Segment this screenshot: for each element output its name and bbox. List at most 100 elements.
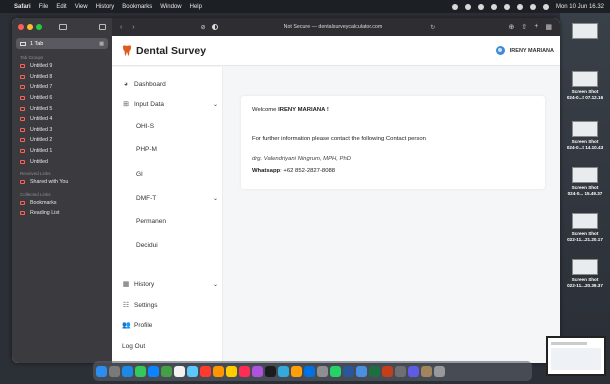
nav-decidui[interactable]: Decidui — [136, 239, 218, 251]
battery-icon[interactable] — [490, 3, 497, 10]
music-icon[interactable] — [239, 365, 250, 377]
menu-safari[interactable]: Safari — [14, 4, 31, 10]
siri-icon[interactable] — [542, 3, 549, 10]
close-window-icon[interactable] — [18, 24, 24, 30]
sidebar-toggle-icon[interactable] — [59, 24, 67, 30]
pages-icon[interactable] — [291, 365, 302, 377]
tab-group-item[interactable]: Untitled 9 — [12, 61, 112, 72]
photos-icon[interactable] — [174, 365, 185, 377]
finder-icon[interactable] — [96, 365, 107, 377]
tab-group-label: Untitled — [30, 158, 48, 165]
tab-group-item[interactable]: Untitled 3 — [12, 125, 112, 136]
nav-input-data[interactable]: ⊞ Input Data ⌄ — [122, 98, 218, 110]
desktop-screenshot[interactable]: Screen Shot 024-0...t 14.10.43 — [564, 121, 606, 150]
nav-logout[interactable]: Log Out — [122, 340, 218, 352]
privacy-shield-icon[interactable]: ⊘ — [201, 24, 206, 31]
tab-overview-icon[interactable] — [99, 24, 106, 30]
tab-group-item[interactable]: Untitled 7 — [12, 82, 112, 93]
nav-ohi-s[interactable]: OHI-S — [136, 120, 218, 132]
nav-permanen[interactable]: Permanen — [136, 215, 218, 227]
nav-history[interactable]: ▦ History ⌄ — [122, 278, 218, 290]
notes-icon[interactable] — [226, 365, 237, 377]
powerpoint-icon[interactable] — [382, 365, 393, 377]
tab-group-item[interactable]: Untitled 5 — [12, 103, 112, 114]
nav-gi[interactable]: GI — [136, 168, 218, 180]
menu-file[interactable]: File — [39, 4, 49, 10]
menu-clock[interactable]: Mon 10 Jun 16.32 — [556, 4, 604, 10]
preview-icon[interactable] — [395, 365, 406, 377]
control-center-icon[interactable] — [529, 3, 536, 10]
status-icon[interactable] — [464, 3, 471, 10]
menu-window[interactable]: Window — [160, 4, 181, 10]
system-settings-icon[interactable] — [317, 365, 328, 377]
address-bar[interactable]: Not Secure — dentalsurveycalculator.com — [284, 24, 383, 30]
back-forward-icon[interactable]: ‹ › — [120, 24, 139, 31]
whatsapp-number[interactable]: : +62 852-2827-8088 — [280, 168, 335, 174]
reader-mode-icon[interactable] — [211, 24, 218, 30]
tab-group-item[interactable]: Untitled 8 — [12, 72, 112, 83]
bookmarks-item[interactable]: Bookmarks — [12, 198, 112, 209]
menu-help[interactable]: Help — [190, 4, 202, 10]
menu-history[interactable]: History — [96, 4, 115, 10]
nav-dashboard[interactable]: ◕ Dashboard — [122, 78, 218, 90]
reload-icon[interactable]: ↻ — [430, 24, 435, 31]
sidebar-item-tabs[interactable]: 1 Tab ▦ — [16, 38, 108, 49]
new-tab-icon[interactable]: + — [534, 23, 538, 31]
tab-grid-icon[interactable]: ▦ — [545, 23, 552, 31]
safari-icon[interactable] — [122, 365, 133, 377]
tab-group-item[interactable]: Untitled — [12, 156, 112, 167]
zoom-icon[interactable] — [356, 365, 367, 377]
excel-icon[interactable] — [369, 365, 380, 377]
grid-icon[interactable]: ▦ — [99, 41, 104, 47]
status-icon[interactable] — [451, 3, 458, 10]
site-brand[interactable]: Dental Survey — [136, 45, 206, 57]
whatsapp-icon[interactable] — [330, 365, 341, 377]
facetime-icon[interactable] — [187, 365, 198, 377]
download-icon[interactable]: ⊕ — [509, 23, 515, 31]
maps-icon[interactable] — [161, 365, 172, 377]
screenshot-app-icon[interactable] — [408, 365, 419, 377]
nav-settings[interactable]: ☷ Settings — [122, 299, 218, 311]
nav-label: Input Data — [134, 100, 164, 108]
file-name: 024-0... 15.49.37 — [567, 190, 603, 196]
trash-icon[interactable] — [434, 365, 445, 377]
menu-bookmarks[interactable]: Bookmarks — [122, 4, 152, 10]
tab-group-item[interactable]: Untitled 1 — [12, 146, 112, 157]
mail-icon[interactable] — [148, 365, 159, 377]
numbers-icon[interactable] — [278, 365, 289, 377]
tab-group-item[interactable]: Untitled 2 — [12, 135, 112, 146]
tab-group-item[interactable]: Untitled 6 — [12, 93, 112, 104]
tv-icon[interactable] — [265, 365, 276, 377]
share-icon[interactable]: ⇧ — [521, 23, 527, 31]
messages-icon[interactable] — [135, 365, 146, 377]
reading-list-item[interactable]: Reading List — [12, 208, 112, 219]
shared-with-you-item[interactable]: Shared with You — [12, 177, 112, 188]
status-icon[interactable] — [477, 3, 484, 10]
desktop-screenshot[interactable]: Screen Shot 022-11...21.20.17 — [564, 213, 606, 242]
downloads-folder-icon[interactable] — [421, 365, 432, 377]
podcasts-icon[interactable] — [252, 365, 263, 377]
word-icon[interactable] — [343, 365, 354, 377]
zoom-window-icon[interactable] — [36, 24, 42, 30]
minimize-window-icon[interactable] — [27, 24, 33, 30]
user-menu[interactable]: IRENY MARIANA — [495, 46, 554, 55]
desktop-screenshot[interactable]: Screen Shot 022-11...20.39.37 — [564, 259, 606, 288]
nav-profile[interactable]: 👥 Profile — [122, 319, 218, 331]
tab-group-label: Untitled 5 — [30, 105, 53, 112]
desktop-screenshot[interactable]: Screen Shot 024-0...t 07.12.16 — [564, 71, 606, 100]
screenshot-preview-thumbnail[interactable] — [546, 336, 606, 376]
contacts-icon[interactable] — [213, 365, 224, 377]
app-store-icon[interactable] — [304, 365, 315, 377]
desktop-file[interactable] — [564, 23, 606, 41]
menu-view[interactable]: View — [75, 4, 88, 10]
tab-group-item[interactable]: Untitled 4 — [12, 114, 112, 125]
desktop-screenshot[interactable]: Screen Shot 024-0... 15.49.37 — [564, 167, 606, 196]
calendar-app-icon[interactable] — [200, 365, 211, 377]
search-icon[interactable] — [516, 3, 523, 10]
nav-dmf-t[interactable]: DMF-T ⌄ — [136, 192, 218, 204]
menu-edit[interactable]: Edit — [56, 4, 66, 10]
tab-group-icon — [20, 149, 25, 154]
wifi-icon[interactable] — [503, 3, 510, 10]
launchpad-icon[interactable] — [109, 365, 120, 377]
nav-php-m[interactable]: PHP-M — [136, 143, 218, 155]
